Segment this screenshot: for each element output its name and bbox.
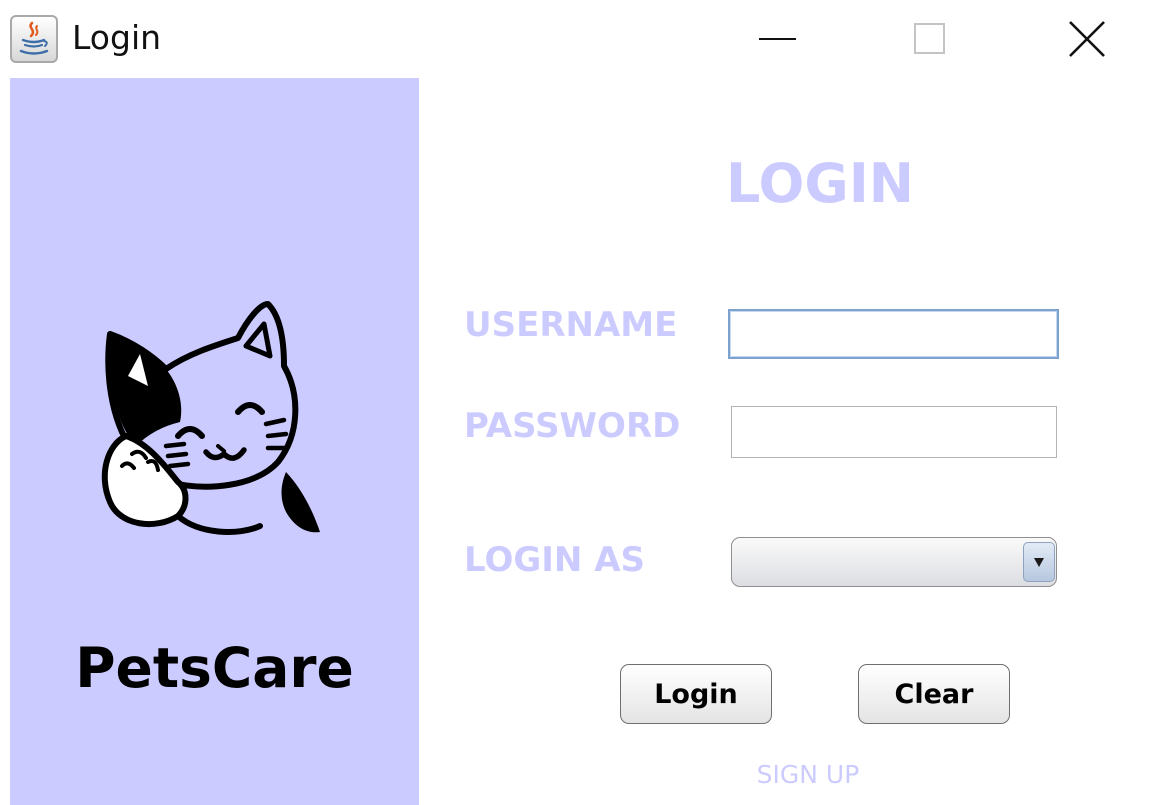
brand-panel: PetsCare [10, 78, 419, 805]
cat-icon [101, 301, 320, 535]
login-button[interactable]: Login [620, 664, 772, 724]
password-label: PASSWORD [464, 406, 681, 446]
chevron-down-icon [1034, 558, 1044, 567]
form-heading: LOGIN [726, 152, 914, 215]
window-title: Login [72, 18, 162, 57]
login-as-dropdown[interactable] [731, 537, 1057, 587]
close-icon [1069, 21, 1105, 57]
close-button[interactable] [1052, 10, 1122, 68]
title-bar: Login [0, 0, 1154, 78]
maximize-icon [914, 23, 945, 54]
username-label: USERNAME [464, 305, 678, 345]
minimize-button[interactable] [743, 10, 813, 68]
dropdown-arrow-button[interactable] [1023, 542, 1055, 582]
login-as-label: LOGIN AS [464, 540, 646, 580]
brand-name: PetsCare [75, 636, 354, 700]
username-input[interactable] [728, 309, 1059, 359]
clear-button[interactable]: Clear [858, 664, 1010, 724]
maximize-button[interactable] [894, 10, 964, 68]
password-input[interactable] [731, 406, 1057, 458]
minimize-icon [759, 38, 796, 40]
signup-link[interactable]: SIGN UP [708, 760, 908, 789]
java-icon [10, 15, 58, 63]
